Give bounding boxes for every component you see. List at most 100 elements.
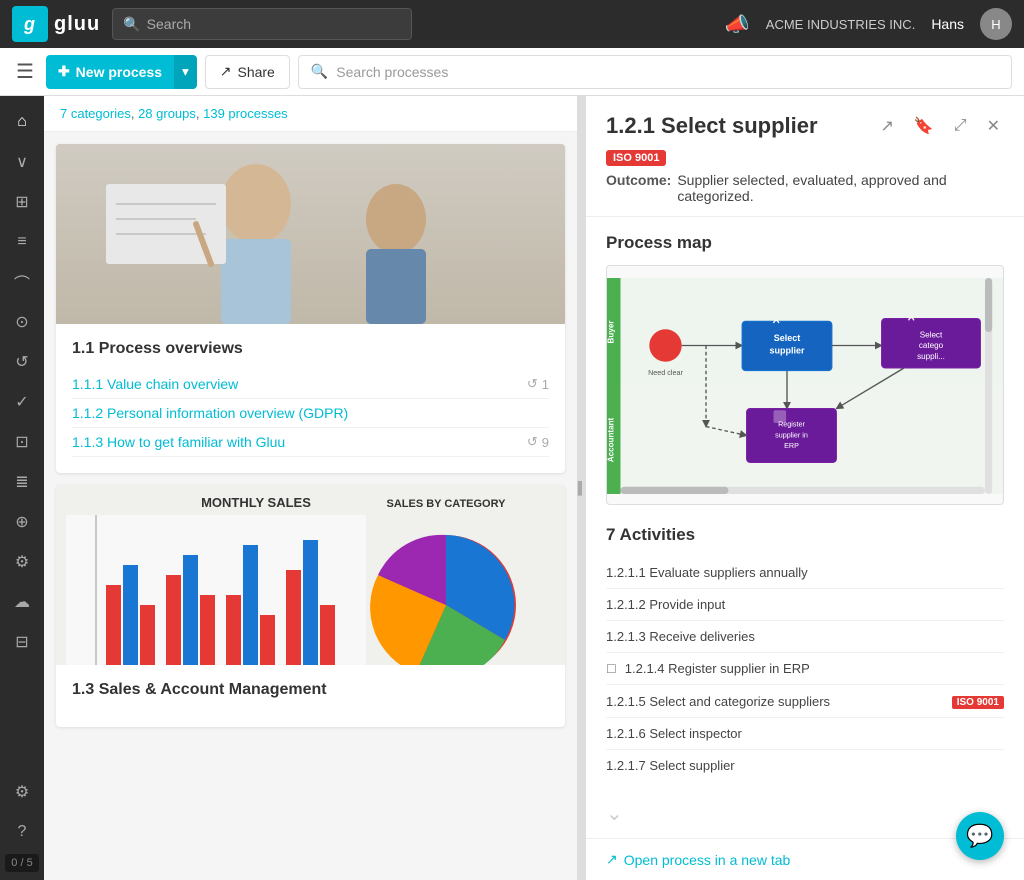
list-item[interactable]: 1.1.2 Personal information overview (GDP… — [72, 399, 549, 428]
process-link-1[interactable]: 1.1.1 Value chain overview — [72, 376, 527, 392]
svg-text:Need clear: Need clear — [648, 368, 683, 377]
plus-icon: ✚ — [58, 63, 70, 80]
svg-text:Select: Select — [774, 333, 801, 343]
sidebar-icon-tag[interactable]: ⊟ — [4, 624, 40, 660]
sidebar-icon-box[interactable]: ⊡ — [4, 424, 40, 460]
hamburger-icon[interactable]: ☰ — [12, 55, 38, 88]
sidebar-icon-people[interactable]: ☁ — [4, 584, 40, 620]
stats-bar: 7 categories, 28 groups, 139 processes — [44, 96, 577, 132]
top-navigation: g gluu 🔍 Search 📣 ACME INDUSTRIES INC. H… — [0, 0, 1024, 48]
process-search[interactable]: 🔍 Search processes — [298, 55, 1012, 89]
svg-text:supplier in: supplier in — [775, 430, 808, 439]
top-nav-right: 📣 ACME INDUSTRIES INC. Hans H — [725, 8, 1012, 40]
activity-label: 1.2.1.4 Register supplier in ERP — [625, 661, 810, 676]
card-image-people — [56, 144, 565, 324]
right-panel-body: Process map Buyer Accountant — [586, 217, 1024, 838]
sidebar-icon-list[interactable]: ≡ — [4, 224, 40, 260]
svg-text:SALES BY CATEGORY: SALES BY CATEGORY — [387, 498, 507, 510]
toolbar: ☰ ✚ New process ▾ ↗ Share 🔍 Search proce… — [0, 48, 1024, 96]
svg-text:Accountant: Accountant — [607, 417, 615, 462]
refresh-icon: ↺ — [527, 434, 538, 450]
list-item[interactable]: 1.2.1.5 Select and categorize suppliers … — [606, 685, 1004, 718]
svg-text:Buyer: Buyer — [607, 320, 615, 344]
process-link-3[interactable]: 1.1.3 How to get familiar with Gluu — [72, 434, 527, 450]
main-area: ⌂ ∨ ⊞ ≡ ⌒ ⊙ ↺ ✓ ⊡ ≣ ⊕ ⚙ ☁ ⊟ ⚙ ? 0 / 5 7 … — [0, 96, 1024, 880]
sidebar-icon-flow[interactable]: ⌒ — [4, 264, 40, 300]
svg-text:ERP: ERP — [784, 441, 799, 450]
list-item[interactable]: 1.2.1.6 Select inspector — [606, 718, 1004, 750]
right-panel-header: 1.2.1 Select supplier ↗ 🔖 ⤢ ✕ ISO 9001 O… — [586, 96, 1024, 217]
panel-collapse-handle[interactable]: ▌ — [578, 96, 586, 880]
close-icon[interactable]: ✕ — [983, 112, 1004, 140]
card-body-overview: 1.1 Process overviews 1.1.1 Value chain … — [56, 324, 565, 473]
svg-text:Register: Register — [778, 420, 805, 429]
list-item[interactable]: 1.2.1.3 Receive deliveries — [606, 621, 1004, 653]
section2-title: 1.3 Sales & Account Management — [72, 681, 549, 699]
list-item[interactable]: 1.1.1 Value chain overview ↺ 1 — [72, 370, 549, 399]
svg-text:suppli...: suppli... — [917, 352, 945, 361]
global-search[interactable]: 🔍 Search — [112, 8, 412, 40]
list-item[interactable]: 1.2.1.7 Select supplier — [606, 750, 1004, 781]
right-panel: 1.2.1 Select supplier ↗ 🔖 ⤢ ✕ ISO 9001 O… — [586, 96, 1024, 880]
chat-bubble[interactable]: 💬 — [956, 812, 1004, 860]
sidebar-icons: ⌂ ∨ ⊞ ≡ ⌒ ⊙ ↺ ✓ ⊡ ≣ ⊕ ⚙ ☁ ⊟ ⚙ ? 0 / 5 — [0, 96, 44, 880]
card-sales: MONTHLY SALES — [56, 485, 565, 727]
refresh-icon: ↺ — [527, 376, 538, 392]
new-process-dropdown[interactable]: ▾ — [174, 55, 197, 89]
new-process-button-group: ✚ New process ▾ — [46, 55, 197, 89]
list-item[interactable]: ☐ 1.2.1.4 Register supplier in ERP — [606, 653, 1004, 685]
section1-title: 1.1 Process overviews — [72, 340, 549, 358]
new-process-button[interactable]: ✚ New process — [46, 55, 174, 89]
list-item[interactable]: 1.2.1.1 Evaluate suppliers annually — [606, 557, 1004, 589]
activity-label: 1.2.1.7 Select supplier — [606, 758, 735, 773]
search-icon: 🔍 — [123, 16, 140, 33]
activity-label: 1.2.1.5 Select and categorize suppliers — [606, 694, 830, 709]
external-link-icon[interactable]: ↗ — [876, 112, 897, 140]
app-logo[interactable]: g gluu — [12, 6, 100, 42]
search-icon: 🔍 — [311, 63, 328, 80]
svg-text:supplier: supplier — [769, 346, 805, 356]
company-name: ACME INDUSTRIES INC. — [766, 17, 916, 32]
logo-text: gluu — [54, 13, 100, 36]
sidebar-icon-grid[interactable]: ⊞ — [4, 184, 40, 220]
iso-badge-activity: ISO 9001 — [952, 696, 1004, 709]
sidebar-icon-collapse[interactable]: ∨ — [4, 144, 40, 180]
chat-icon: 💬 — [966, 823, 993, 849]
notification-icon[interactable]: 📣 — [725, 12, 750, 37]
activity-label: 1.2.1.1 Evaluate suppliers annually — [606, 565, 808, 580]
title-row: 1.2.1 Select supplier ↗ 🔖 ⤢ ✕ — [606, 112, 1004, 140]
activities-section: 7 Activities 1.2.1.1 Evaluate suppliers … — [606, 525, 1004, 781]
card-body-sales: 1.3 Sales & Account Management — [56, 665, 565, 727]
sidebar-icon-home[interactable]: ⌂ — [4, 104, 40, 140]
open-in-tab-link[interactable]: ↗ Open process in a new tab — [606, 851, 790, 868]
svg-text:Select: Select — [920, 330, 943, 339]
share-icon: ↗ — [220, 63, 232, 80]
activities-title: 7 Activities — [606, 525, 1004, 545]
sidebar-icon-shirt[interactable]: ⚙ — [4, 544, 40, 580]
search-placeholder: Search — [147, 16, 191, 32]
avatar[interactable]: H — [980, 8, 1012, 40]
activity-label: 1.2.1.3 Receive deliveries — [606, 629, 755, 644]
sidebar-icon-add[interactable]: ⊕ — [4, 504, 40, 540]
list-item[interactable]: 1.2.1.2 Provide input — [606, 589, 1004, 621]
sidebar-icon-refresh[interactable]: ↺ — [4, 344, 40, 380]
process-link-2[interactable]: 1.1.2 Personal information overview (GDP… — [72, 405, 549, 421]
sidebar-icon-check[interactable]: ✓ — [4, 384, 40, 420]
process-map-title: Process map — [606, 233, 1004, 253]
svg-text:MONTHLY SALES: MONTHLY SALES — [201, 495, 311, 510]
outcome-label: Outcome: — [606, 172, 671, 188]
bookmark-icon[interactable]: 🔖 — [910, 112, 938, 140]
list-item[interactable]: 1.1.3 How to get familiar with Gluu ↺ 9 — [72, 428, 549, 457]
expand-icon[interactable]: ⤢ — [950, 113, 971, 139]
collapse-icon: ▌ — [578, 481, 587, 495]
page-counter: 0 / 5 — [5, 854, 38, 872]
svg-text:catego: catego — [919, 341, 944, 350]
sidebar-icon-lines[interactable]: ≣ — [4, 464, 40, 500]
activity-label: 1.2.1.6 Select inspector — [606, 726, 742, 741]
sidebar-icon-target[interactable]: ⊙ — [4, 304, 40, 340]
left-panel: 7 categories, 28 groups, 139 processes — [44, 96, 578, 880]
share-button[interactable]: ↗ Share — [205, 55, 290, 89]
logo-icon: g — [12, 6, 48, 42]
sidebar-icon-settings[interactable]: ⚙ — [4, 774, 40, 810]
sidebar-icon-help[interactable]: ? — [4, 814, 40, 850]
